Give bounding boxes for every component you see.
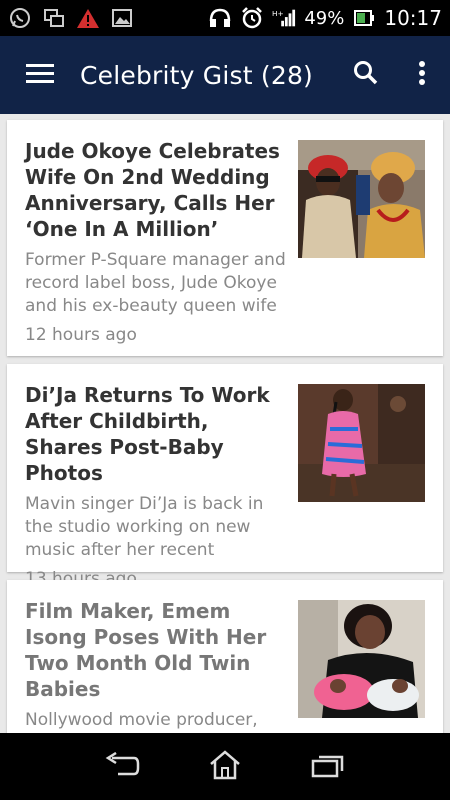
back-icon xyxy=(104,751,140,782)
article-excerpt: Mavin singer Di’Ja is back in the studio… xyxy=(25,494,264,560)
article-card[interactable]: Jude Okoye Celebrates Wife On 2nd Weddin… xyxy=(7,120,443,356)
status-bar: H+ 49% 10:17 xyxy=(0,0,450,36)
recents-icon xyxy=(311,752,345,782)
svg-text:H+: H+ xyxy=(272,9,284,18)
article-title: Jude Okoye Celebrates Wife On 2nd Weddin… xyxy=(25,139,280,241)
battery-percent: 49% xyxy=(304,7,345,29)
menu-icon xyxy=(26,62,54,88)
article-excerpt: Nollywood movie producer, Emem Isong is … xyxy=(25,710,258,730)
article-text: Film Maker, Emem Isong Poses With Her Tw… xyxy=(25,598,298,733)
article-thumbnail xyxy=(298,600,425,718)
article-card[interactable]: Film Maker, Emem Isong Poses With Her Tw… xyxy=(7,580,443,733)
search-icon xyxy=(353,60,379,90)
clock: 10:17 xyxy=(384,6,442,30)
article-text: Jude Okoye Celebrates Wife On 2nd Weddin… xyxy=(25,138,298,356)
back-button[interactable] xyxy=(92,737,152,797)
page-title: Celebrity Gist (28) xyxy=(80,60,314,90)
battery-icon xyxy=(352,6,376,30)
alarm-icon xyxy=(240,6,264,30)
article-thumbnail xyxy=(298,140,425,258)
screen-mirror-icon xyxy=(42,6,66,30)
article-title: Di’Ja Returns To Work After Childbirth, … xyxy=(25,383,270,485)
article-thumbnail xyxy=(298,384,425,502)
article-title: Film Maker, Emem Isong Poses With Her Tw… xyxy=(25,599,267,701)
article-card[interactable]: Di’Ja Returns To Work After Childbirth, … xyxy=(7,364,443,589)
home-button[interactable] xyxy=(195,737,255,797)
menu-button[interactable] xyxy=(0,36,80,114)
more-vert-icon xyxy=(418,60,426,90)
warning-icon xyxy=(76,6,100,30)
whatsapp-icon xyxy=(8,6,32,30)
gallery-icon xyxy=(110,6,134,30)
system-nav-bar xyxy=(0,733,450,800)
article-excerpt: Former P-Square manager and record label… xyxy=(25,250,286,316)
headset-icon xyxy=(208,6,232,30)
home-icon xyxy=(208,749,242,785)
app-bar: Celebrity Gist (28) xyxy=(0,36,450,114)
article-time: 12 hours ago xyxy=(25,325,137,345)
signal-icon: H+ xyxy=(272,6,296,30)
search-button[interactable] xyxy=(338,36,394,114)
article-text: Di’Ja Returns To Work After Childbirth, … xyxy=(25,382,298,589)
overflow-menu-button[interactable] xyxy=(394,36,450,114)
recents-button[interactable] xyxy=(298,737,358,797)
article-feed[interactable]: Jude Okoye Celebrates Wife On 2nd Weddin… xyxy=(0,114,450,733)
